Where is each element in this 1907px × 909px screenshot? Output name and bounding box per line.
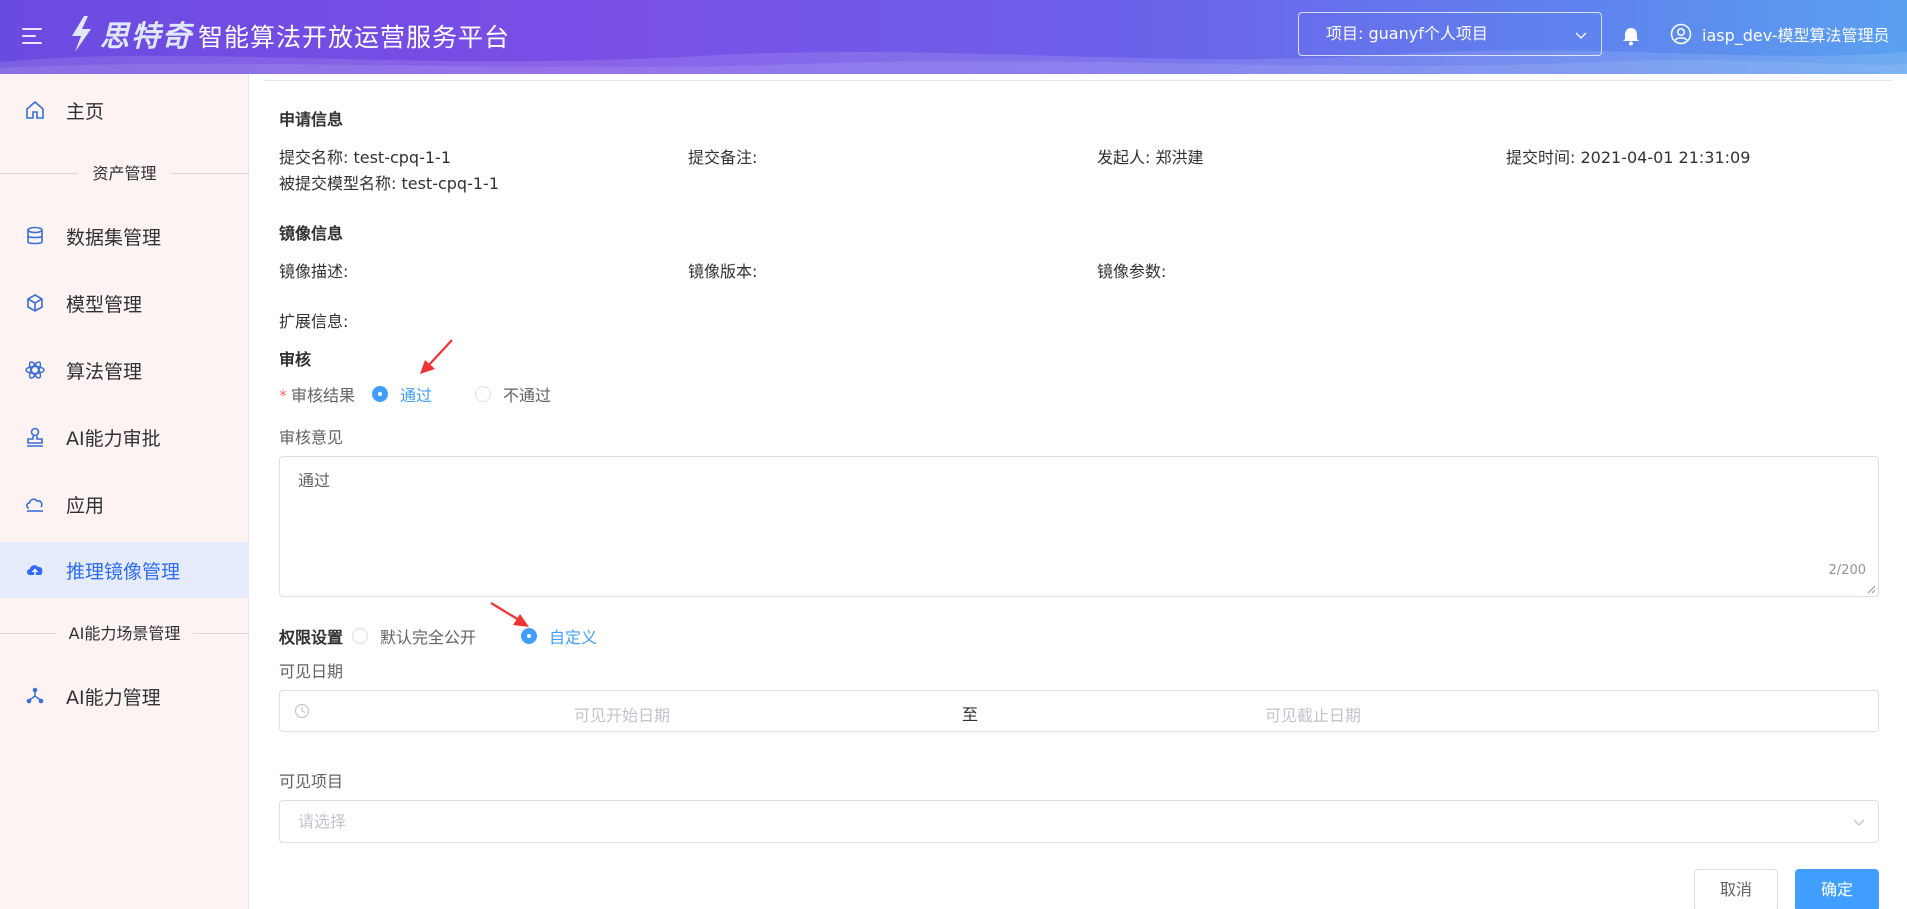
database-icon [24, 225, 46, 247]
sidebar-item-home[interactable]: 主页 [0, 82, 249, 138]
sidebar-item-label: 模型管理 [66, 293, 143, 316]
review-opinion-textarea[interactable]: 通过 2/200 [279, 456, 1879, 597]
sidebar-item-label: AI能力管理 [66, 686, 161, 709]
radio-dot [352, 628, 368, 644]
cloud-upload-icon [24, 559, 46, 581]
user-avatar-icon [1670, 23, 1692, 45]
start-date-input[interactable]: 可见开始日期 [574, 702, 670, 726]
radio-dot [521, 628, 537, 644]
annotation-arrow-icon [420, 339, 453, 374]
radio-dot [372, 386, 388, 402]
logo-bolt-icon [72, 16, 91, 52]
user-name: iasp_dev-模型算法管理员 [1702, 26, 1890, 45]
cloud-icon [24, 493, 46, 515]
radio-pass[interactable]: 通过 [372, 382, 432, 406]
sidebar-item-label: 推理镜像管理 [66, 560, 181, 583]
radio-dot [475, 386, 491, 402]
confirm-button[interactable]: 确定 [1795, 869, 1879, 909]
radio-fail[interactable]: 不通过 [475, 382, 551, 406]
nav-group-label: 资产管理 [92, 164, 157, 183]
review-opinion-value: 通过 [298, 471, 331, 490]
required-mark: * [279, 386, 287, 405]
sidebar-item-model[interactable]: 模型管理 [0, 275, 249, 331]
visible-date-range-picker[interactable]: 可见开始日期 至 可见截止日期 [279, 690, 1879, 732]
review-result-label-text: 审核结果 [291, 386, 356, 405]
extension-info: 扩展信息: [279, 312, 349, 331]
top-header: 思特奇 智能算法开放运营服务平台 项目: guanyf个人项目 iasp_dev… [0, 0, 1907, 74]
annotation-arrow-icon [490, 602, 529, 627]
sidebar-item-label: 应用 [66, 494, 105, 517]
sidebar-item-algorithm[interactable]: 算法管理 [0, 342, 249, 398]
sidebar-item-ai-approval[interactable]: AI能力审批 [0, 409, 249, 465]
logo: 思特奇 [66, 14, 193, 54]
sidebar-item-label: AI能力审批 [66, 427, 161, 450]
atom-icon [24, 359, 46, 381]
sidebar-item-label: 数据集管理 [66, 226, 162, 249]
project-select[interactable]: 项目: guanyf个人项目 [1298, 12, 1602, 56]
visible-date-label: 可见日期 [279, 662, 344, 681]
radio-pass-label: 通过 [400, 386, 433, 405]
logo-text: 思特奇 [100, 19, 194, 53]
stamp-icon [24, 426, 46, 448]
cube-icon [24, 292, 46, 314]
sidebar-item-inference-image[interactable]: 推理镜像管理 [0, 542, 249, 598]
visible-project-label: 可见项目 [279, 772, 344, 791]
sidebar-item-dataset[interactable]: 数据集管理 [0, 208, 249, 264]
cancel-button[interactable]: 取消 [1694, 869, 1778, 909]
sidebar-item-application[interactable]: 应用 [0, 476, 249, 532]
permission-label: 权限设置 [279, 628, 344, 647]
radio-fail-label: 不通过 [503, 386, 552, 405]
chevron-down-icon [1575, 32, 1587, 39]
submit-time: 提交时间: 2021-04-01 21:31:09 [1506, 148, 1751, 167]
nav-group-ai-scenes: AI能力场景管理 [0, 620, 249, 646]
section-title-image: 镜像信息 [279, 224, 344, 243]
sidebar-item-label: 主页 [66, 100, 105, 123]
network-icon [24, 685, 46, 707]
sidebar-item-label: 算法管理 [66, 360, 143, 383]
user-menu[interactable]: iasp_dev-模型算法管理员 [1670, 22, 1890, 46]
home-icon [24, 99, 46, 121]
resize-grip-icon[interactable] [1866, 584, 1876, 594]
review-result-label: * 审核结果 [279, 382, 355, 406]
submitted-model-name: 被提交模型名称: test-cpq-1-1 [279, 174, 499, 193]
clock-icon [294, 703, 310, 719]
range-separator: 至 [962, 705, 979, 724]
project-select-value: 项目: guanyf个人项目 [1326, 24, 1488, 43]
review-opinion-label: 审核意见 [279, 428, 344, 447]
content-top-divider [265, 80, 1892, 81]
radio-default-public[interactable]: 默认完全公开 [352, 624, 476, 648]
menu-toggle-icon[interactable] [22, 26, 46, 46]
sidebar: 主页 资产管理 数据集管理 模型管理 算法管理 AI能力审批 应用 推理镜像管理… [0, 74, 249, 909]
radio-custom-label: 自定义 [549, 628, 598, 647]
section-title-application: 申请信息 [279, 110, 344, 129]
chevron-down-icon [1853, 819, 1865, 826]
sidebar-item-ai-capability[interactable]: AI能力管理 [0, 668, 249, 724]
submit-name: 提交名称: test-cpq-1-1 [279, 148, 451, 167]
image-description: 镜像描述: [279, 262, 349, 281]
nav-group-assets: 资产管理 [0, 160, 249, 186]
char-count: 2/200 [1828, 563, 1866, 578]
image-version: 镜像版本: [688, 262, 758, 281]
nav-group-label: AI能力场景管理 [68, 624, 181, 643]
visible-project-select[interactable]: 请选择 [279, 800, 1879, 843]
radio-default-public-label: 默认完全公开 [380, 628, 477, 647]
image-params: 镜像参数: [1097, 262, 1167, 281]
end-date-input[interactable]: 可见截止日期 [1265, 702, 1361, 726]
visible-project-placeholder: 请选择 [298, 812, 347, 831]
submit-note: 提交备注: [688, 148, 758, 167]
platform-title: 智能算法开放运营服务平台 [198, 23, 511, 52]
initiator: 发起人: 郑洪建 [1097, 148, 1204, 167]
section-title-review: 审核 [279, 350, 312, 369]
bell-icon[interactable] [1620, 25, 1642, 47]
